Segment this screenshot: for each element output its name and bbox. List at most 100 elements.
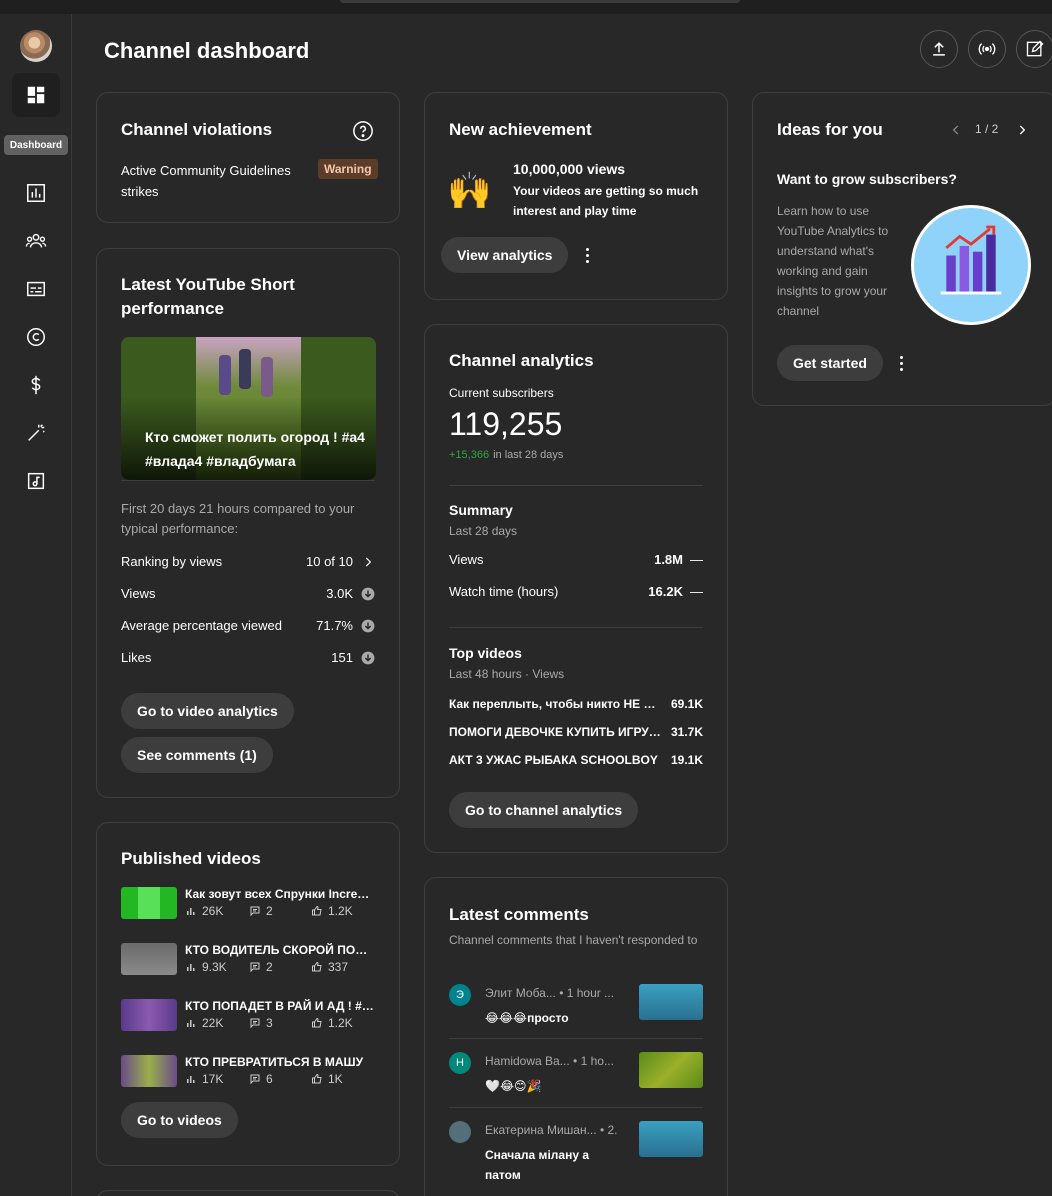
likes-value: 151	[331, 650, 353, 665]
published-videos-card: Published videos Как зовут всех Спрунки …	[96, 822, 400, 1166]
summary-watch-trend: —	[690, 584, 703, 599]
more-options-icon[interactable]	[577, 243, 597, 267]
view-analytics-button[interactable]: View analytics	[441, 237, 569, 273]
latest-comments-card: Latest comments Channel comments that I …	[424, 877, 728, 1196]
create-post-button[interactable]	[1016, 30, 1052, 68]
ideas-title: Ideas for you	[777, 120, 883, 139]
subscribers-delta: +15,366	[449, 449, 490, 461]
list-item[interactable]: КТО ВОДИТЕЛЬ СКОРОЙ ПОМОЩИ 9.3K 2 337	[121, 943, 379, 977]
avg-viewed-row: Average percentage viewed 71.7%	[121, 618, 375, 633]
comments-icon	[250, 1018, 260, 1029]
video-views: 9.3K	[202, 960, 227, 974]
summary-watch-row: Watch time (hours) 16.2K —	[449, 584, 703, 599]
copyright-icon[interactable]	[12, 315, 60, 359]
video-thumbnail[interactable]	[121, 1055, 177, 1087]
views-icon	[187, 964, 195, 971]
analytics-icon[interactable]	[12, 171, 60, 215]
views-row: Views 3.0K	[121, 586, 375, 601]
chevron-right-icon[interactable]	[1015, 121, 1029, 139]
help-icon[interactable]	[352, 120, 374, 142]
ranking-row[interactable]: Ranking by views 10 of 10	[121, 554, 375, 569]
comment-item[interactable]: Э Элит Моба... • 1 hour ... 😂😂😂просто	[449, 984, 703, 1044]
dashboard-icon[interactable]	[12, 73, 60, 117]
achievement-headline: 10,000,000 views	[513, 161, 626, 177]
raised-hands-icon: 🙌	[447, 170, 492, 211]
video-title[interactable]: КТО ПОПАДЕТ В РАЙ И АД ! #а4	[185, 999, 375, 1013]
views-label: Views	[121, 586, 156, 601]
video-thumbnail[interactable]	[121, 943, 177, 975]
ideas-text: Learn how to use YouTube Analytics to un…	[777, 204, 889, 318]
comment-text: 🤍😂😊🎉	[485, 1079, 542, 1093]
video-thumbnail[interactable]	[121, 887, 177, 919]
video-likes: 1K	[328, 1072, 343, 1086]
audio-library-icon[interactable]	[12, 459, 60, 503]
get-started-button[interactable]: Get started	[777, 345, 883, 381]
video-views: 26K	[202, 904, 224, 918]
go-to-videos-button[interactable]: Go to videos	[121, 1102, 238, 1138]
more-options-icon[interactable]	[891, 351, 911, 375]
comment-video-thumbnail[interactable]	[639, 984, 703, 1020]
top-video-title[interactable]: АКТ 3 УЖАС РЫБАКА SCHOOLBOY	[449, 753, 671, 767]
comment-time: • 2.	[599, 1123, 618, 1137]
latest-short-card: Latest YouTube Short performance Кто смо…	[96, 248, 400, 798]
dashboard-tooltip: Dashboard	[4, 135, 68, 155]
short-thumbnail[interactable]: Кто сможет полить огород ! #а4 #влада4 #…	[121, 337, 376, 480]
views-value: 3.0K	[326, 586, 353, 601]
comment-item[interactable]: Екатерина Мишан... • 2. Сначала мілану а…	[449, 1121, 703, 1182]
chevron-left-icon[interactable]	[949, 121, 963, 139]
published-title: Published videos	[121, 849, 261, 868]
drag-handle[interactable]	[340, 0, 740, 3]
summary-views-label: Views	[449, 552, 484, 567]
list-item[interactable]: Как зовут всех Спрунки Incredibox 26K 2 …	[121, 887, 379, 921]
go-to-channel-analytics-button[interactable]: Go to channel analytics	[449, 792, 639, 828]
top-video-row[interactable]: АКТ 3 УЖАС РЫБАКА SCHOOLBOY 19.1K	[449, 753, 703, 767]
achievement-title: New achievement	[449, 120, 592, 139]
video-thumbnail[interactable]	[121, 999, 177, 1031]
page-title: Channel dashboard	[104, 38, 310, 63]
comment-author: Екатерина Мишан...	[485, 1123, 597, 1137]
top-video-title[interactable]: ПОМОГИ ДЕВОЧКЕ КУПИТЬ ИГРУШКУ	[449, 725, 671, 739]
subtitles-icon[interactable]	[12, 267, 60, 311]
summary-watch-label: Watch time (hours)	[449, 584, 559, 599]
like-icon	[312, 1017, 322, 1028]
summary-watch-value: 16.2K	[648, 584, 683, 599]
channel-avatar[interactable]	[20, 30, 52, 62]
summary-views-trend: —	[690, 552, 703, 567]
top-video-views: 69.1K	[670, 697, 703, 711]
top-video-title[interactable]: Как переплыть, чтобы никто НЕ ЗАМЕТИЛ	[449, 697, 671, 711]
video-views: 17K	[202, 1072, 224, 1086]
create-post-icon	[1026, 40, 1044, 57]
violations-label: Active Community Guidelines strikes	[121, 163, 291, 199]
upload-button[interactable]	[920, 30, 958, 68]
comment-video-thumbnail[interactable]	[639, 1052, 703, 1088]
earn-icon[interactable]	[12, 363, 60, 407]
summary-title: Summary	[449, 502, 513, 518]
upload-icon	[933, 42, 945, 56]
comment-text: Сначала мілану а патом	[485, 1148, 589, 1182]
video-title[interactable]: КТО ВОДИТЕЛЬ СКОРОЙ ПОМОЩИ	[185, 943, 375, 957]
list-item[interactable]: КТО ПОПАДЕТ В РАЙ И АД ! #а4 22K 3 1.2K	[121, 999, 379, 1033]
comment-author: Элит Моба...	[485, 986, 556, 1000]
subscribers-count: 119,255	[449, 406, 563, 442]
summary-views-value: 1.8M	[654, 552, 683, 567]
short-compare-text: First 20 days 21 hours compared to your …	[121, 501, 355, 536]
ideas-card: Ideas for you 1 / 2 Want to grow subscri…	[752, 92, 1052, 406]
community-icon[interactable]	[12, 219, 60, 263]
comment-item[interactable]: H Hamidowa Ba... • 1 ho... 🤍😂😊🎉	[449, 1052, 703, 1112]
channel-analytics-card: Channel analytics Current subscribers 11…	[424, 324, 728, 853]
video-likes: 1.2K	[328, 1016, 353, 1030]
comment-video-thumbnail[interactable]	[639, 1121, 703, 1157]
see-comments-button[interactable]: See comments (1)	[121, 737, 273, 773]
go-live-button[interactable]	[968, 30, 1006, 68]
customization-icon[interactable]	[12, 411, 60, 455]
avg-viewed-value: 71.7%	[316, 618, 353, 633]
top-video-views: 31.7K	[670, 725, 703, 739]
top-video-row[interactable]: Как переплыть, чтобы никто НЕ ЗАМЕТИЛ 69…	[449, 697, 703, 711]
views-icon	[187, 1020, 195, 1027]
avatar	[449, 1121, 471, 1143]
go-to-video-analytics-button[interactable]: Go to video analytics	[121, 693, 294, 729]
video-title[interactable]: Как зовут всех Спрунки Incredibox	[185, 887, 375, 901]
top-video-row[interactable]: ПОМОГИ ДЕВОЧКЕ КУПИТЬ ИГРУШКУ 31.7K	[449, 725, 703, 739]
list-item[interactable]: КТО ПРЕВРАТИТЬСЯ В МАШУ 17K 6 1K	[121, 1055, 379, 1089]
video-title[interactable]: КТО ПРЕВРАТИТЬСЯ В МАШУ	[185, 1055, 375, 1069]
